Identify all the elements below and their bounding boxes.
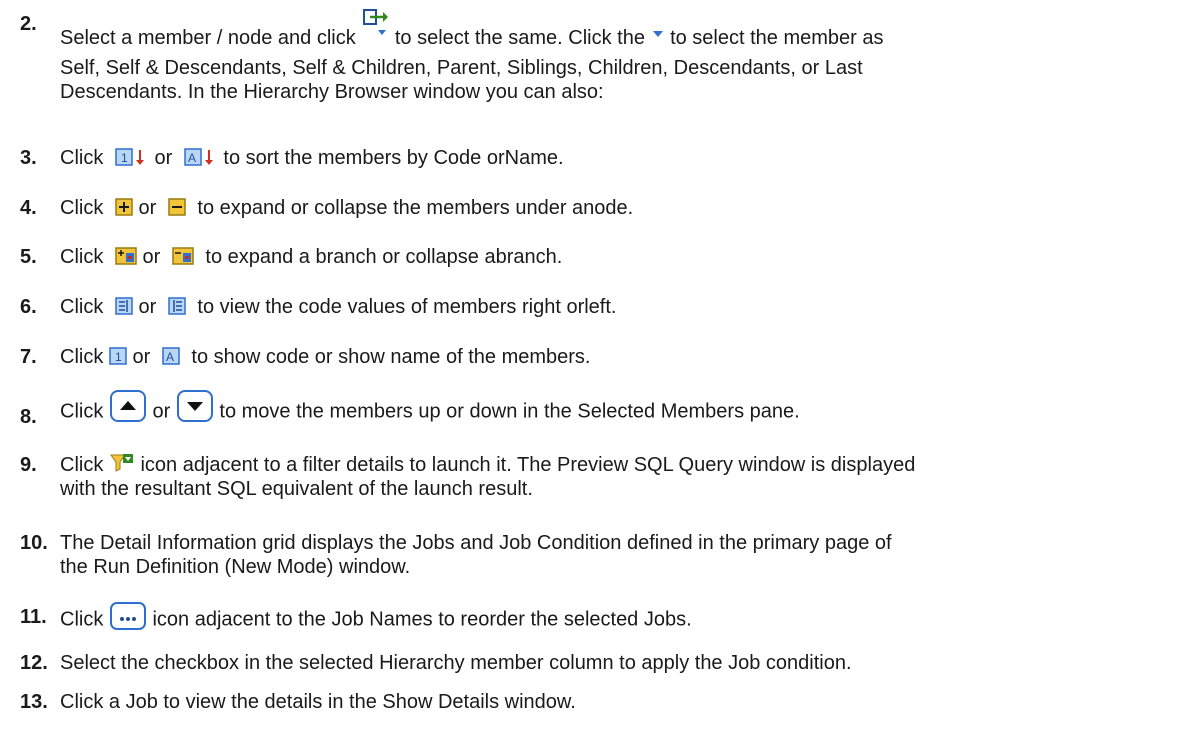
- svg-text:1: 1: [115, 350, 122, 364]
- step-6: 6. Click or to view the code values of m…: [20, 295, 1195, 319]
- select-member-dropdown-icon: [361, 6, 389, 40]
- step-7: 7. Click 1 or A to show code or show nam…: [20, 345, 1195, 369]
- step-text: or: [142, 246, 161, 268]
- step-9: 9. Click icon adjacent to a filter detai…: [20, 453, 1195, 501]
- filter-icon: [109, 453, 135, 473]
- code-left-icon: [168, 296, 186, 315]
- step-text: to sort the members by Code orName.: [223, 147, 564, 169]
- show-name-icon: A: [162, 346, 180, 365]
- step-10: 10. The Detail Information grid displays…: [20, 531, 1195, 579]
- collapse-branch-icon: [172, 246, 194, 265]
- show-code-icon: 1: [109, 346, 127, 365]
- step-text: Select a member / node and click: [60, 27, 356, 50]
- step-text: Self, Self & Descendants, Self & Childre…: [60, 57, 863, 79]
- step-number: 2.: [20, 13, 37, 35]
- expand-branch-icon: [115, 246, 137, 265]
- step-text: icon adjacent to a filter details to lau…: [140, 454, 916, 476]
- step-12: 12. Select the checkbox in the selected …: [20, 651, 1195, 675]
- ellipsis-icon: [109, 601, 147, 631]
- step-text: to select the same. Click the: [394, 27, 645, 50]
- step-text: Click: [60, 197, 104, 219]
- step-8: 8. Click or to move the members up or do…: [20, 390, 1195, 429]
- step-text: to show code or show name of the members…: [191, 346, 591, 368]
- step-text: Click: [60, 400, 104, 423]
- step-text: Descendants. In the Hierarchy Browser wi…: [60, 81, 604, 103]
- step-text: to expand a branch or collapse abranch.: [205, 246, 563, 268]
- step-text: The Detail Information grid displays the…: [60, 532, 892, 554]
- step-text: Click: [60, 346, 104, 368]
- step-number: 3.: [20, 147, 37, 169]
- step-text: to expand or collapse the members under …: [197, 197, 634, 219]
- step-text: Click: [60, 246, 104, 268]
- expand-icon: [115, 197, 133, 216]
- step-text: or: [132, 346, 151, 368]
- step-number: 4.: [20, 197, 37, 219]
- step-text: or: [152, 400, 171, 423]
- step-number: 13.: [20, 691, 48, 713]
- step-11: 11. Click icon adjacent to the Job Names…: [20, 602, 1195, 635]
- step-5: 5. Click or to expand a branch or collap…: [20, 245, 1195, 269]
- svg-text:1: 1: [121, 151, 128, 165]
- step-text: Click: [60, 608, 104, 631]
- step-text: to select the member as: [670, 27, 884, 50]
- step-number: 10.: [20, 532, 48, 554]
- code-right-icon: [115, 296, 133, 315]
- step-text: to view the code values of members right…: [197, 296, 617, 318]
- move-up-icon: [109, 389, 147, 423]
- step-text: Select the checkbox in the selected Hier…: [60, 652, 852, 674]
- step-number: 6.: [20, 296, 37, 318]
- step-3: 3. Click 1 or A to sort the members by C…: [20, 146, 1195, 170]
- step-number: 8.: [20, 406, 37, 428]
- step-text: or: [138, 296, 157, 318]
- svg-text:A: A: [188, 151, 196, 165]
- step-text: with the resultant SQL equivalent of the…: [60, 478, 533, 500]
- step-text: or: [138, 197, 157, 219]
- sort-by-code-icon: 1: [115, 147, 149, 167]
- collapse-icon: [168, 197, 186, 216]
- step-text: Click: [60, 454, 104, 476]
- sort-by-name-icon: A: [184, 147, 218, 167]
- step-text: Click: [60, 296, 104, 318]
- step-2: 2. Select a member / node and click to s…: [20, 9, 1195, 103]
- step-text: or: [154, 147, 173, 169]
- step-number: 5.: [20, 246, 37, 268]
- step-number: 7.: [20, 346, 37, 368]
- step-text: Click a Job to view the details in the S…: [60, 691, 576, 713]
- move-down-icon: [176, 389, 214, 423]
- step-4: 4. Click or to expand or collapse the me…: [20, 196, 1195, 220]
- dropdown-arrow-icon: [651, 28, 665, 38]
- step-13: 13. Click a Job to view the details in t…: [20, 690, 1195, 714]
- step-text: to move the members up or down in the Se…: [219, 400, 800, 423]
- step-text: the Run Definition (New Mode) window.: [60, 556, 411, 578]
- step-number: 9.: [20, 454, 37, 476]
- step-number: 11.: [20, 606, 47, 628]
- step-text: Click: [60, 147, 104, 169]
- step-number: 12.: [20, 652, 48, 674]
- step-text: icon adjacent to the Job Names to reorde…: [152, 608, 692, 631]
- svg-text:A: A: [166, 350, 174, 364]
